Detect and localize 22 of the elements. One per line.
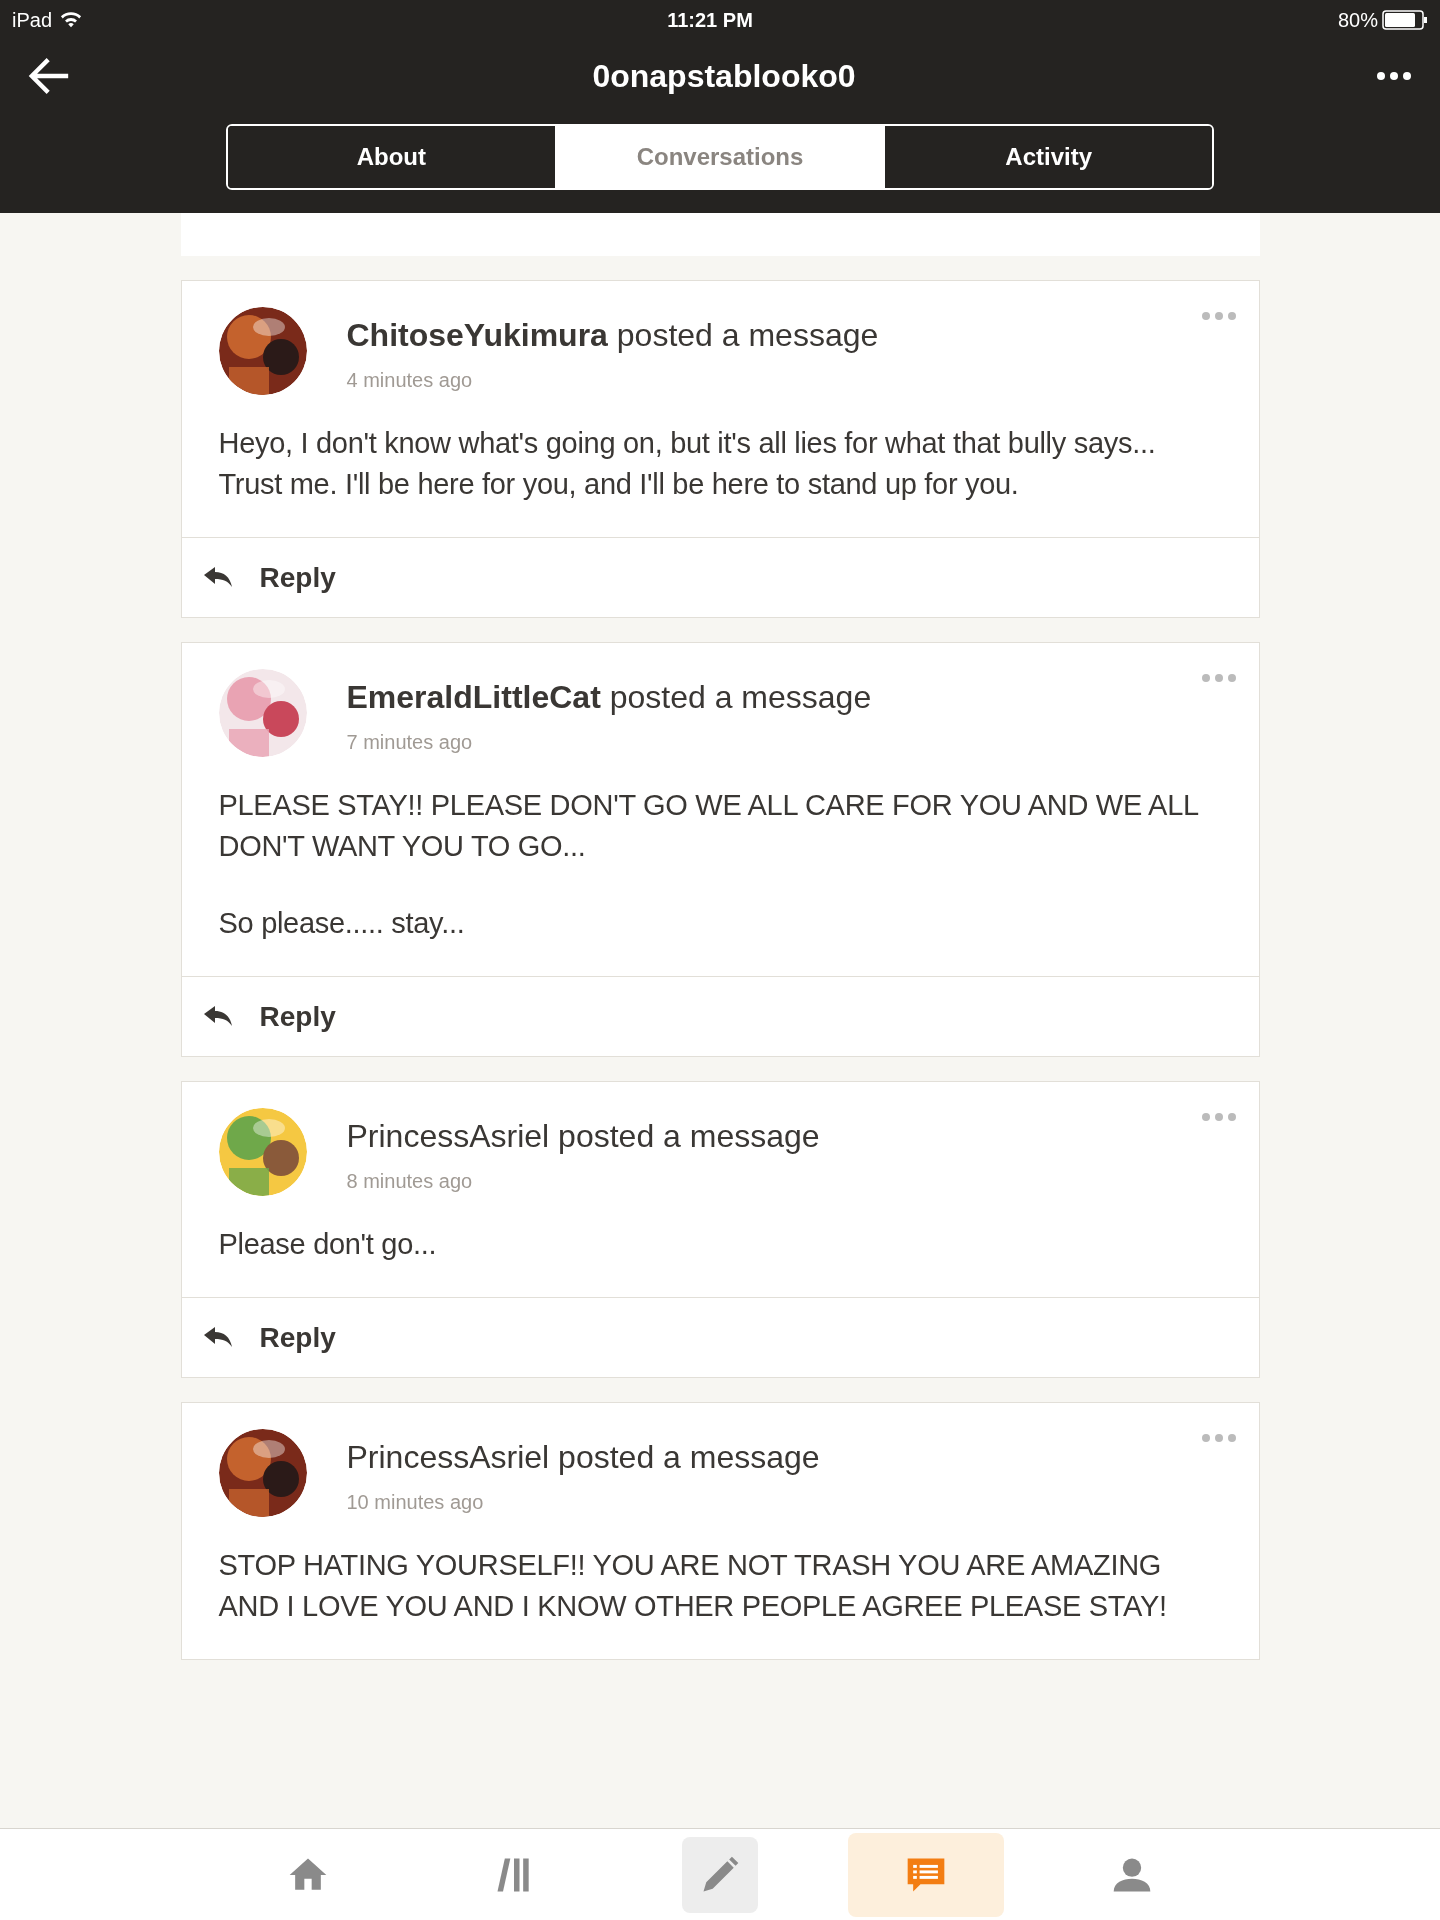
battery-percent: 80%: [1337, 8, 1378, 33]
message-text: So please..... stay...: [218, 906, 466, 941]
post-heading: PrincessAsriel posted a message: [346, 1117, 820, 1156]
timestamp: 7 minutes ago: [346, 730, 474, 755]
post-heading: EmeraldLittleCat posted a message: [346, 678, 872, 717]
device-name: iPad: [12, 8, 53, 33]
timestamp: 8 minutes ago: [346, 1169, 474, 1194]
post-heading: ChitoseYukimura posted a message: [346, 316, 879, 355]
message-text: STOP HATING YOURSELF!! YOU ARE NOT TRASH YOU ARE AMAZING AND I LOVE YOU AND I KNOW OTHER PEOPLE AGREE PLEASE STAY!: [218, 1548, 1168, 1624]
profile-title: 0onapstablooko0: [592, 57, 856, 96]
clock: 11:21 PM: [667, 8, 753, 33]
tab[interactable]: Conversations: [554, 126, 884, 188]
timestamp: 10 minutes ago: [346, 1490, 485, 1515]
reply-button[interactable]: Reply: [203, 556, 336, 599]
timestamp: 4 minutes ago: [346, 368, 474, 393]
message-text: Heyo, I don't know what's going on, but it's all lies for what that bully says... Trust me. I'll be here for you, and I'll be here to stand up for you.: [218, 426, 1157, 502]
message-text: Please don't go...: [218, 1227, 438, 1262]
message-text: PLEASE STAY!! PLEASE DON'T GO WE ALL CARE FOR YOU AND WE ALL DON'T WANT YOU TO GO...: [218, 788, 1200, 864]
tab[interactable]: Activity: [883, 126, 1212, 188]
reply-button[interactable]: Reply: [203, 1316, 336, 1359]
post-heading: PrincessAsriel posted a message: [346, 1438, 820, 1477]
reply-button[interactable]: Reply: [203, 995, 336, 1038]
